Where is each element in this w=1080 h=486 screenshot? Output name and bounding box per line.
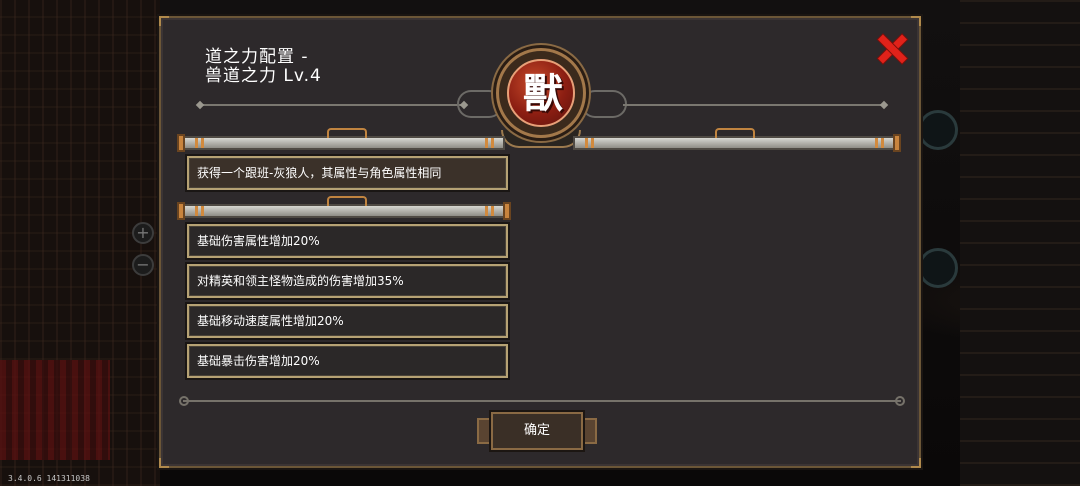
bottom-divider xyxy=(183,400,901,402)
minus-icon: − xyxy=(132,254,154,276)
title-divider-right xyxy=(623,104,883,106)
scroll-stripe xyxy=(201,138,204,148)
scroll-stripe xyxy=(881,138,884,148)
beast-emblem: 獸 xyxy=(496,48,586,138)
scroll-stripe xyxy=(491,138,494,148)
divider-ornament xyxy=(195,100,205,110)
background-right-button xyxy=(918,248,958,288)
divider-end xyxy=(895,396,905,406)
divider-ornament xyxy=(879,100,889,110)
scroll-cap xyxy=(893,134,901,152)
bonus-item: 基础伤害属性增加20% xyxy=(187,224,508,258)
beast-emblem-icon: 獸 xyxy=(507,59,575,127)
background-right-scene xyxy=(960,0,1080,486)
scroll-bar-top-left xyxy=(177,128,505,152)
scroll-clip xyxy=(327,196,367,206)
scroll-stripe xyxy=(585,138,588,148)
scroll-stripe xyxy=(875,138,878,148)
panel-corner xyxy=(911,458,921,468)
scroll-bar-top-right xyxy=(573,128,901,152)
scroll-stripe xyxy=(195,138,198,148)
main-effect-item: 获得一个跟班-灰狼人，其属性与角色属性相同 xyxy=(187,156,508,190)
cloud-ornament-right xyxy=(581,90,627,118)
bonus-item: 基础暴击伤害增加20% xyxy=(187,344,508,378)
scroll-cap xyxy=(177,134,185,152)
scroll-cap xyxy=(503,202,511,220)
scroll-stripe xyxy=(485,206,488,216)
plus-icon: + xyxy=(132,222,154,244)
scroll-stripe xyxy=(201,206,204,216)
emblem-character: 獸 xyxy=(523,70,563,117)
panel-corner xyxy=(911,16,921,26)
bonus-item: 对精英和领主怪物造成的伤害增加35% xyxy=(187,264,508,298)
panel-corner xyxy=(159,458,169,468)
panel-corner xyxy=(159,16,169,26)
version-text: 3.4.0.6 141311038 xyxy=(8,474,90,483)
scroll-stripe xyxy=(485,138,488,148)
scroll-bar-bonuses xyxy=(177,196,511,220)
scroll-cap xyxy=(177,202,185,220)
scroll-clip xyxy=(327,128,367,138)
scroll-clip xyxy=(715,128,755,138)
title-divider-left xyxy=(201,104,463,106)
scroll-stripe xyxy=(591,138,594,148)
background-left-decor xyxy=(0,360,110,460)
scroll-stripe xyxy=(195,206,198,216)
dao-power-config-dialog: 道之力配置 - 兽道之力 Lv.4 獸 获得一个跟班-灰狼人，其属性与角色属性相… xyxy=(159,16,921,468)
close-button[interactable] xyxy=(877,34,907,64)
background-right-button xyxy=(918,110,958,150)
dialog-title: 道之力配置 - 兽道之力 Lv.4 xyxy=(205,47,322,86)
bonus-item: 基础移动速度属性增加20% xyxy=(187,304,508,338)
scroll-stripe xyxy=(491,206,494,216)
confirm-button[interactable]: 确定 xyxy=(491,412,583,450)
